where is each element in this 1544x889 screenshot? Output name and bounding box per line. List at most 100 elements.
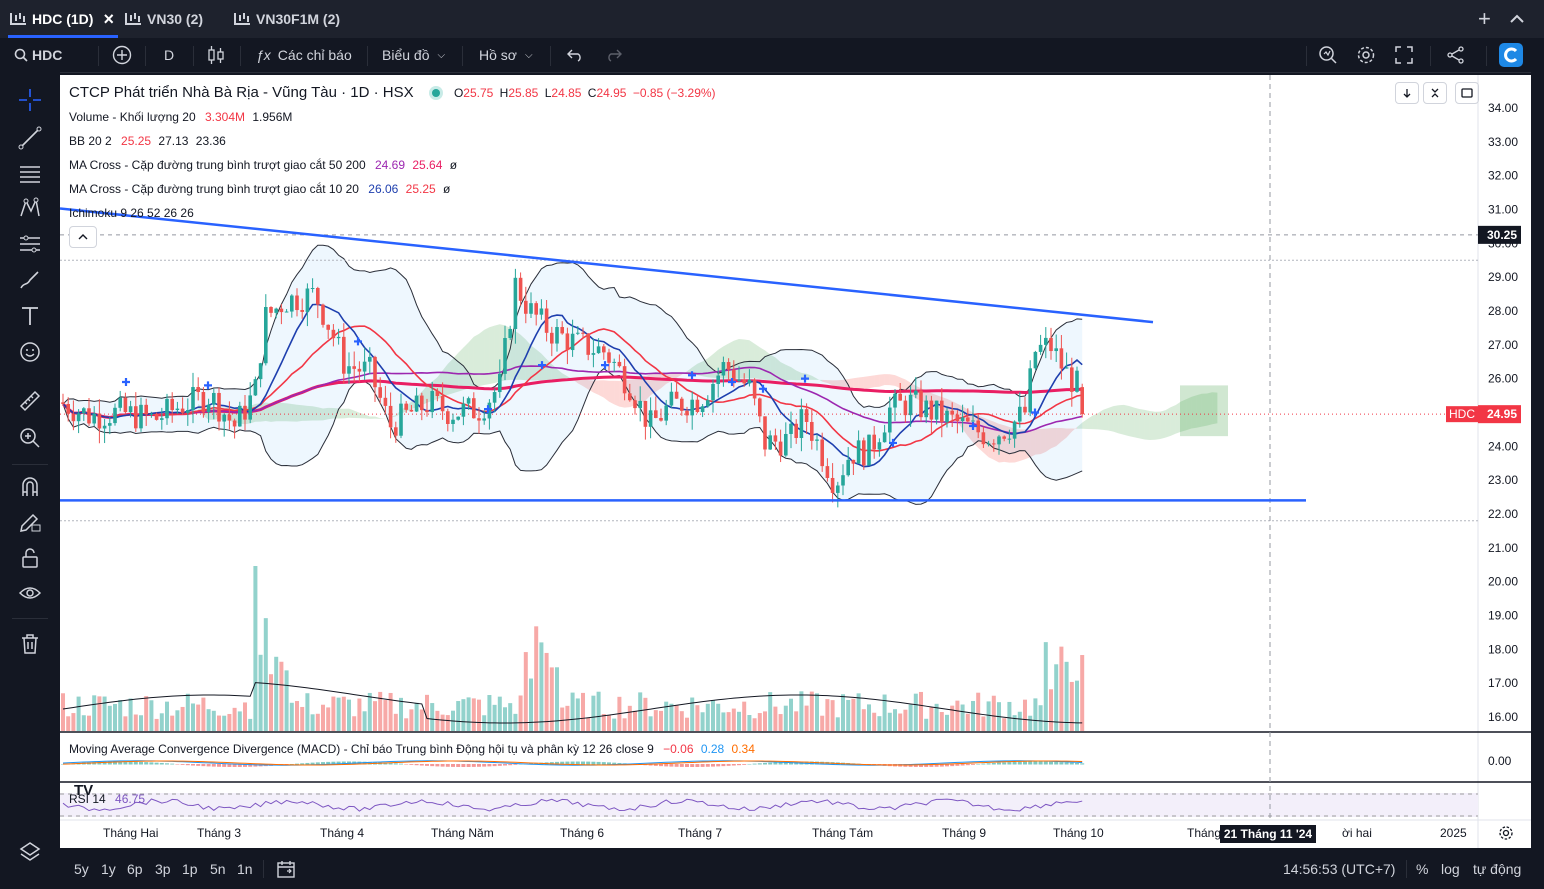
redo-button[interactable] [606, 38, 622, 72]
share-button[interactable] [1447, 38, 1465, 72]
candle-body [269, 306, 273, 313]
collapse-pane-button[interactable] [1423, 82, 1447, 104]
chart-style-button[interactable] [207, 38, 225, 72]
macd-histogram-bar [180, 764, 185, 765]
volume-bar [497, 696, 502, 731]
macd-histogram-bar [154, 762, 159, 765]
ruler-tool[interactable] [16, 387, 44, 415]
profile-dropdown[interactable]: Hồ sơ ⌵ [479, 38, 533, 72]
range-1m[interactable]: 1p [182, 848, 198, 889]
candle-body [212, 392, 216, 405]
fib-tool[interactable] [16, 160, 44, 188]
pane-controls [1395, 82, 1479, 104]
candle-body [305, 288, 310, 312]
timezone-clock[interactable]: 14:56:53 (UTC+7) [1283, 848, 1395, 889]
tab-vn30f1m[interactable]: VN30F1M (2) [234, 0, 340, 38]
candle-body [310, 288, 315, 290]
goto-date-button[interactable] [276, 848, 296, 889]
bb-legend[interactable]: BB 20 2 25.25 27.13 23.36 [69, 134, 226, 148]
magnet-tool[interactable] [16, 473, 44, 501]
settings-button[interactable] [1356, 38, 1376, 72]
hide-drawings-tool[interactable] [16, 579, 44, 607]
range-5y[interactable]: 5y [74, 848, 89, 889]
volume-bar [742, 701, 747, 731]
tab-vn30[interactable]: VN30 (2) [125, 0, 203, 38]
candle-body [591, 353, 596, 355]
remove-drawings-tool[interactable] [16, 630, 44, 658]
rsi-band [60, 793, 1478, 817]
auto-scale-toggle[interactable]: tự động [1473, 848, 1521, 889]
lock-drawings-tool[interactable] [16, 544, 44, 572]
add-tab-button[interactable]: + [1478, 0, 1491, 38]
zoom-tool[interactable] [16, 424, 44, 452]
ichimoku-cloud-segment [380, 418, 386, 419]
divider [1306, 46, 1307, 66]
fullscreen-button[interactable] [1395, 38, 1413, 72]
text-tool[interactable] [16, 302, 44, 330]
chart-type-dropdown[interactable]: Biểu đồ ⌵ [382, 38, 445, 72]
macd-hist-value: −0.06 [663, 742, 694, 756]
range-6m[interactable]: 6p [127, 848, 143, 889]
drawing-mode-tool[interactable] [16, 508, 44, 536]
indicators-button[interactable]: ƒx Các chỉ báo [256, 38, 352, 72]
chevron-up-icon [78, 234, 88, 240]
range-3m[interactable]: 3p [155, 848, 171, 889]
volume-bar [659, 710, 663, 731]
log-scale-toggle[interactable]: log [1441, 848, 1460, 889]
maximize-pane-button[interactable] [1455, 82, 1479, 104]
candle-body [482, 418, 486, 421]
candle-body [388, 405, 393, 428]
collapse-legend-button[interactable] [69, 226, 97, 248]
volume-bar [955, 700, 960, 731]
object-tree-button[interactable] [16, 838, 44, 866]
macd-legend[interactable]: Moving Average Convergence Divergence (M… [69, 742, 755, 756]
compare-button[interactable] [112, 38, 132, 72]
volume-bar [856, 693, 861, 731]
tab-hdc[interactable]: HDC (1D) × [10, 0, 114, 38]
volume-bar [789, 698, 793, 731]
divider [263, 860, 264, 878]
ma-cross-legend-long[interactable]: MA Cross - Cặp đường trung bình trượt gi… [69, 158, 457, 172]
brand-logo[interactable] [1499, 38, 1523, 72]
macd-histogram-bar [986, 763, 991, 765]
macd-histogram-bar [674, 764, 679, 767]
volume-legend[interactable]: Volume - Khối lượng 20 3.304M 1.956M [69, 110, 292, 124]
brush-tool[interactable] [16, 266, 44, 294]
range-5d[interactable]: 5n [210, 848, 226, 889]
volume-bar [1017, 711, 1022, 731]
range-1y[interactable]: 1y [101, 848, 116, 889]
candle-body [836, 485, 840, 493]
close-tab-icon[interactable]: × [103, 9, 114, 30]
candle-body [570, 333, 575, 351]
ichimoku-legend[interactable]: Ichimoku 9 26 52 26 26 [69, 206, 194, 220]
collapse-icon[interactable] [1508, 0, 1526, 38]
candle-body [820, 439, 824, 467]
forecast-tool[interactable] [16, 230, 44, 258]
share-icon [1447, 46, 1464, 64]
range-1d[interactable]: 1n [237, 848, 253, 889]
symbol-search-button[interactable]: HDC [14, 38, 62, 72]
percent-scale-toggle[interactable]: % [1416, 848, 1428, 889]
candle-body [87, 408, 91, 424]
candle-body [555, 327, 559, 344]
quick-search-button[interactable] [1318, 38, 1338, 72]
volume-bar [232, 707, 237, 731]
candle-body [721, 362, 726, 376]
trendline-tool[interactable] [16, 124, 44, 152]
crosshair-tool[interactable] [16, 86, 44, 114]
candle-body [1044, 337, 1048, 345]
ichimoku-cloud-segment [375, 416, 381, 419]
ma-cross-legend-short[interactable]: MA Cross - Cặp đường trung bình trượt gi… [69, 182, 450, 196]
emoji-tool[interactable] [16, 338, 44, 366]
candle-body [685, 410, 689, 416]
chart-area[interactable]: 34.0033.0032.0031.0030.0029.0028.0027.00… [60, 75, 1531, 848]
move-down-button[interactable] [1395, 82, 1419, 104]
undo-button[interactable] [567, 38, 583, 72]
price-axis-label: 17.00 [1488, 676, 1518, 690]
candle-body [664, 405, 668, 421]
interval-button[interactable]: D [164, 38, 174, 72]
time-axis-settings-button[interactable] [1498, 825, 1514, 846]
macd-histogram-bar [981, 763, 986, 765]
pattern-tool[interactable] [16, 194, 44, 222]
symbol-title[interactable]: CTCP Phát triển Nhà Bà Rịa - Vũng Tàu · … [69, 84, 414, 101]
